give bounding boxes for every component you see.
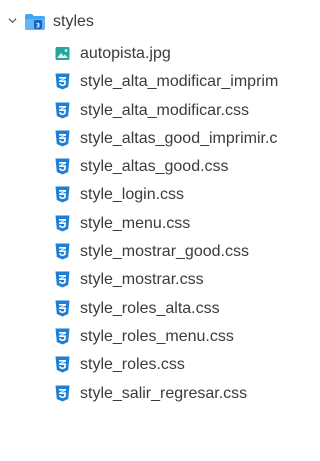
css-file-icon [55, 186, 70, 203]
folder-styles[interactable]: 3 styles [0, 8, 318, 36]
css-file-icon [55, 300, 70, 317]
css-file-icon [55, 271, 70, 288]
svg-text:3: 3 [36, 23, 40, 30]
file-item[interactable]: style_mostrar_good.css [0, 238, 318, 266]
css-file-icon [55, 130, 70, 147]
file-name: style_alta_modificar_imprim [80, 73, 279, 91]
file-name: style_roles_menu.css [80, 327, 234, 345]
file-item[interactable]: style_login.css [0, 181, 318, 209]
file-item[interactable]: style_roles_menu.css [0, 323, 318, 351]
css-file-icon [55, 385, 70, 402]
folder-styles-icon: 3 [25, 14, 45, 30]
file-item[interactable]: style_menu.css [0, 210, 318, 238]
file-name: style_salir_regresar.css [80, 384, 248, 402]
file-item[interactable]: style_altas_good_imprimir.c [0, 125, 318, 153]
file-name: style_mostrar_good.css [80, 243, 249, 261]
css-file-icon [55, 328, 70, 345]
css-file-icon [55, 73, 70, 90]
file-item[interactable]: style_mostrar.css [0, 266, 318, 294]
css-file-icon [55, 158, 70, 175]
css-file-icon [55, 102, 70, 119]
file-item[interactable]: style_altas_good.css [0, 153, 318, 181]
file-name: style_roles.css [80, 356, 185, 374]
file-item[interactable]: style_salir_regresar.css [0, 380, 318, 408]
file-name: autopista.jpg [80, 45, 171, 62]
css-file-icon [55, 215, 70, 232]
css-file-icon [55, 243, 70, 260]
file-list: autopista.jpg style_alta_modificar_imprim… [0, 40, 318, 408]
file-name: style_roles_alta.css [80, 299, 220, 317]
css-file-icon [55, 356, 70, 373]
file-name: style_altas_good.css [80, 158, 229, 176]
file-name: style_altas_good_imprimir.c [80, 129, 278, 147]
file-item[interactable]: style_roles.css [0, 351, 318, 379]
file-item[interactable]: style_roles_alta.css [0, 295, 318, 323]
file-item[interactable]: style_alta_modificar_imprim [0, 68, 318, 96]
image-file-icon [55, 47, 70, 60]
file-item[interactable]: autopista.jpg [0, 40, 318, 68]
file-name: style_alta_modificar.css [80, 101, 249, 119]
file-name: style_mostrar.css [80, 271, 204, 289]
chevron-down-icon[interactable] [8, 16, 17, 25]
folder-name: styles [53, 13, 94, 30]
file-name: style_login.css [80, 186, 185, 204]
file-name: style_menu.css [80, 214, 191, 232]
file-item[interactable]: style_alta_modificar.css [0, 97, 318, 125]
